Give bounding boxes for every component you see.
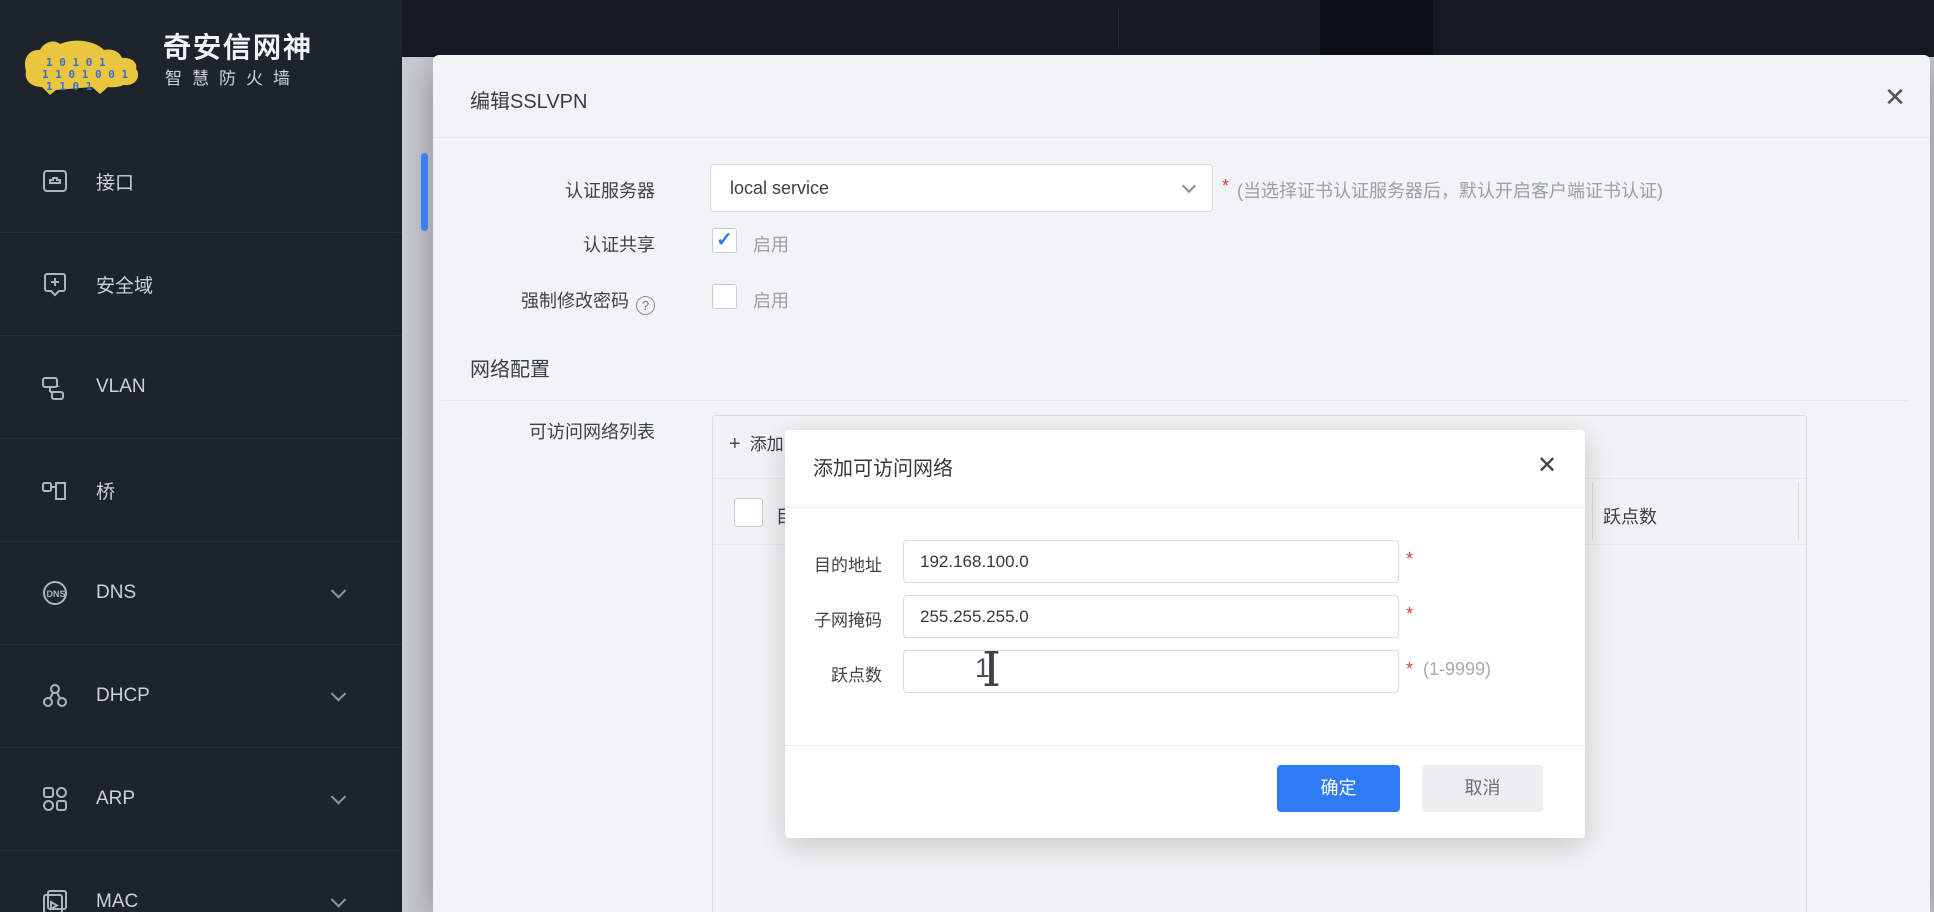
sidebar-item-label: MAC bbox=[96, 891, 139, 912]
tiger-logo-icon: 1 0 1 0 1 1 1 0 1 0 0 1 1 1 0 1 bbox=[24, 40, 139, 95]
destination-label: 目的地址 bbox=[814, 556, 882, 575]
mac-icon bbox=[40, 887, 70, 912]
sidebar-item-label: 接口 bbox=[96, 172, 135, 194]
modal-title: 编辑SSLVPN bbox=[470, 91, 588, 113]
brand-title: 奇安信网神 bbox=[163, 32, 314, 63]
chevron-down-icon bbox=[1181, 178, 1197, 194]
add-network-dialog: 添加可访问网络 ✕ 目的地址 192.168.100.0 * 子网掩码 255.… bbox=[785, 430, 1585, 838]
chevron-down-icon[interactable] bbox=[330, 789, 347, 805]
security-zone-icon bbox=[40, 269, 70, 299]
cancel-button[interactable]: 取消 bbox=[1422, 765, 1543, 812]
select-all-checkbox[interactable] bbox=[734, 498, 763, 527]
auth-server-hint: (当选择证书认证服务器后，默认开启客户端证书认证) bbox=[1237, 181, 1663, 201]
auth-share-checkbox[interactable]: ✓ bbox=[712, 228, 737, 253]
sidebar-item-label: DNS bbox=[96, 582, 137, 603]
sidebar-item-label: DHCP bbox=[96, 685, 150, 706]
topbar-active-block bbox=[1320, 0, 1433, 57]
accessible-network-list-label: 可访问网络列表 bbox=[529, 422, 655, 442]
sidebar-item-mac[interactable]: MAC bbox=[0, 851, 402, 912]
hops-label: 跃点数 bbox=[831, 666, 882, 685]
subnet-mask-label: 子网掩码 bbox=[814, 611, 882, 630]
sidebar-menu: 接口 安全域 1 VLAN 桥 DNS DNS DHCP ARP MAC bbox=[0, 130, 402, 912]
dns-icon: DNS bbox=[40, 578, 70, 608]
svg-text:1 1 0 1: 1 1 0 1 bbox=[46, 80, 93, 93]
checkmark-icon: ✓ bbox=[716, 229, 733, 251]
vlan-icon: 1 bbox=[40, 372, 70, 402]
topbar-divider bbox=[1118, 8, 1119, 49]
network-config-section-title: 网络配置 bbox=[470, 359, 550, 381]
chevron-down-icon[interactable] bbox=[330, 686, 347, 702]
sidebar-item-label: ARP bbox=[96, 788, 136, 809]
bridge-icon bbox=[40, 475, 70, 505]
auth-server-select[interactable]: local service bbox=[710, 164, 1213, 212]
close-icon[interactable]: ✕ bbox=[1529, 448, 1565, 484]
sidebar-item-label: 桥 bbox=[96, 481, 116, 503]
destination-input[interactable]: 192.168.100.0 bbox=[903, 540, 1399, 583]
sidebar-item-dns[interactable]: DNS DNS bbox=[0, 542, 402, 645]
brand-subtitle: 智慧防火墙 bbox=[165, 69, 300, 88]
plus-icon: + bbox=[729, 433, 741, 455]
help-icon[interactable]: ? bbox=[636, 296, 655, 315]
scrollbar-thumb[interactable] bbox=[421, 153, 428, 231]
interface-icon bbox=[40, 166, 70, 196]
hops-range-hint: (1-9999) bbox=[1423, 659, 1492, 679]
required-mark: * bbox=[1406, 604, 1414, 624]
chevron-down-icon[interactable] bbox=[330, 892, 347, 908]
column-header-hops: 跃点数 bbox=[1603, 507, 1657, 527]
auth-share-enable-label: 启用 bbox=[753, 235, 789, 255]
sidebar-item-label: VLAN bbox=[96, 376, 146, 397]
close-icon[interactable]: ✕ bbox=[1877, 79, 1913, 115]
force-password-checkbox[interactable] bbox=[712, 284, 737, 309]
add-network-button[interactable]: + 添加 bbox=[729, 430, 784, 456]
auth-server-value: local service bbox=[730, 178, 830, 198]
auth-server-label: 认证服务器 bbox=[565, 181, 655, 201]
sidebar-item-security-zone[interactable]: 安全域 bbox=[0, 233, 402, 336]
sidebar-item-bridge[interactable]: 桥 bbox=[0, 439, 402, 542]
force-password-label: 强制修改密码? bbox=[453, 287, 655, 315]
svg-text:1: 1 bbox=[55, 379, 60, 389]
arp-icon bbox=[40, 784, 70, 814]
dialog-title: 添加可访问网络 bbox=[813, 458, 953, 480]
brand-logo-row: 1 0 1 0 1 1 1 0 1 0 0 1 1 1 0 1 奇安信网神 智慧… bbox=[0, 0, 402, 126]
svg-text:DNS: DNS bbox=[47, 589, 66, 599]
sidebar-item-arp[interactable]: ARP bbox=[0, 748, 402, 851]
chevron-down-icon[interactable] bbox=[330, 583, 347, 599]
text-cursor-icon: I bbox=[982, 642, 1001, 698]
required-mark: * bbox=[1222, 176, 1230, 196]
sidebar: 1 0 1 0 1 1 1 0 1 0 0 1 1 1 0 1 奇安信网神 智慧… bbox=[0, 0, 402, 912]
sidebar-item-vlan[interactable]: 1 VLAN bbox=[0, 336, 402, 439]
auth-share-label: 认证共享 bbox=[583, 235, 655, 255]
sidebar-item-interface[interactable]: 接口 bbox=[0, 130, 402, 233]
sidebar-item-dhcp[interactable]: DHCP bbox=[0, 645, 402, 748]
sidebar-item-label: 安全域 bbox=[96, 275, 154, 297]
subnet-mask-input[interactable]: 255.255.255.0 bbox=[903, 595, 1399, 638]
force-password-enable-label: 启用 bbox=[753, 291, 789, 311]
required-mark: * bbox=[1406, 549, 1414, 569]
dhcp-icon bbox=[40, 681, 70, 711]
required-mark: * bbox=[1406, 659, 1414, 679]
ok-button[interactable]: 确定 bbox=[1277, 765, 1400, 812]
